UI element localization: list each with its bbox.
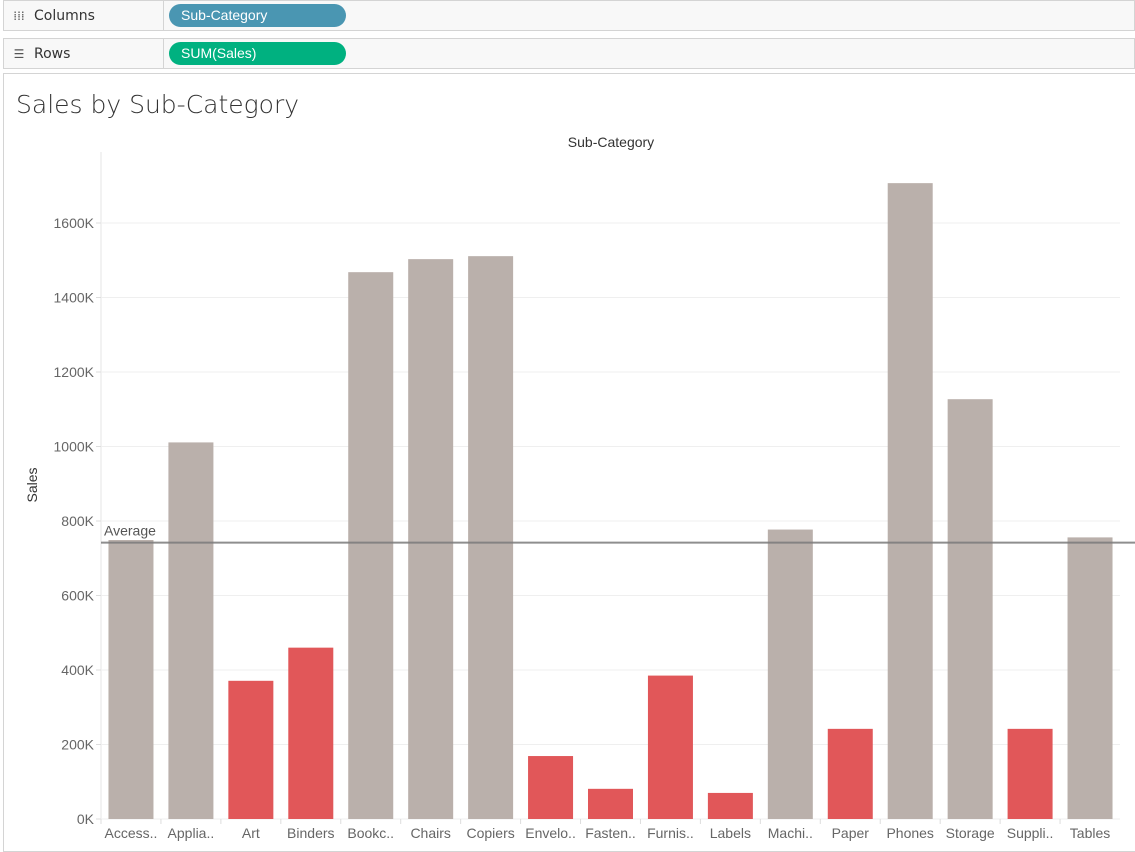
y-tick-label: 1400K <box>54 290 95 306</box>
x-tick-label: Binders <box>287 825 334 841</box>
y-tick-label: 1200K <box>54 364 95 380</box>
bar-copiers <box>468 256 514 820</box>
x-tick-label: Labels <box>710 825 751 841</box>
y-tick-label: 800K <box>61 513 94 529</box>
x-tick-label: Bookc.. <box>347 825 394 841</box>
bar-machi <box>767 529 813 819</box>
y-tick-label: 0K <box>77 811 95 827</box>
x-tick-label: Paper <box>832 825 870 841</box>
x-tick-label: Tables <box>1070 825 1110 841</box>
bar-labels <box>707 792 753 819</box>
y-tick-label: 1000K <box>54 439 95 455</box>
y-tick-label: 400K <box>61 662 94 678</box>
x-tick-label: Suppli.. <box>1007 825 1054 841</box>
bar-paper <box>827 728 873 819</box>
bar-bookc <box>348 272 394 819</box>
x-tick-label: Furnis.. <box>647 825 694 841</box>
x-tick-label: Art <box>242 825 260 841</box>
bar-binders <box>288 647 334 819</box>
bar-furnis <box>647 675 693 819</box>
x-tick-label: Chairs <box>410 825 450 841</box>
bar-storage <box>947 399 993 819</box>
bar-envelo <box>528 756 574 819</box>
x-tick-label: Machi.. <box>768 825 813 841</box>
x-tick-label: Storage <box>946 825 995 841</box>
bar-access <box>108 539 154 819</box>
bar-phones <box>887 183 933 819</box>
x-tick-label: Fasten.. <box>585 825 636 841</box>
y-tick-label: 600K <box>61 588 94 604</box>
bar-chart: Sub-Category Sales Average 0K 200K 400K 600K… <box>24 134 1135 841</box>
x-tick-label: Phones <box>886 825 933 841</box>
bar-art <box>228 680 274 819</box>
y-tick-label: 1600K <box>54 215 95 231</box>
x-tick-label: Applia.. <box>168 825 215 841</box>
x-tick-label: Envelo.. <box>525 825 576 841</box>
bar-applia <box>168 442 214 819</box>
average-label: Average <box>104 523 156 539</box>
bar-suppli <box>1007 728 1053 819</box>
y-axis-title: Sales <box>24 467 40 502</box>
bar-fasten <box>588 788 633 819</box>
x-axis-title: Sub-Category <box>568 134 654 150</box>
bar-chairs <box>408 259 454 819</box>
y-tick-label: 200K <box>61 737 94 753</box>
x-tick-label: Copiers <box>466 825 514 841</box>
x-tick-label: Access.. <box>105 825 158 841</box>
bar-tables <box>1067 537 1113 819</box>
